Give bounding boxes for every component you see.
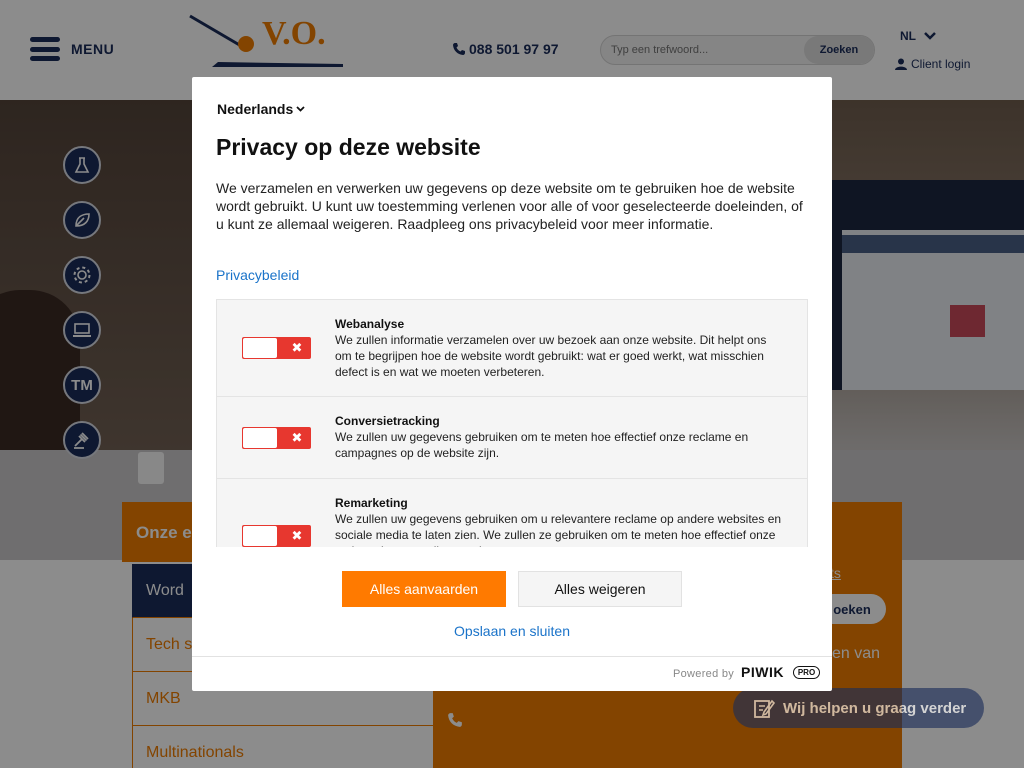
close-icon: ✖ xyxy=(291,528,303,544)
toggle-knob xyxy=(243,338,277,358)
consent-category: ✖ Remarketing We zullen uw gegevens gebr… xyxy=(216,478,808,547)
consent-language-selector[interactable]: Nederlands xyxy=(217,101,305,117)
consent-description: We verzamelen en verwerken uw gegevens o… xyxy=(216,180,803,232)
toggle-knob xyxy=(243,428,277,448)
consent-title: Privacy op deze website xyxy=(216,134,481,160)
consent-category-name: Conversietracking xyxy=(335,414,440,428)
consent-category-name: Webanalyse xyxy=(335,317,405,331)
consent-category-description: We zullen uw gegevens gebruiken om u rel… xyxy=(335,512,782,547)
consent-category-description: We zullen informatie verzamelen over uw … xyxy=(335,333,767,379)
consent-category: ✖ Conversietracking We zullen uw gegeven… xyxy=(216,396,808,479)
close-icon: ✖ xyxy=(291,430,303,446)
edit-note-icon xyxy=(754,699,775,718)
piwik-pro-badge: PRO xyxy=(793,666,820,679)
consent-footer: Powered by PIWIK PRO xyxy=(192,656,832,691)
consent-toggle[interactable]: ✖ xyxy=(242,525,311,547)
toggle-knob xyxy=(243,526,277,546)
accept-all-button[interactable]: Alles aanvaarden xyxy=(342,571,506,607)
close-icon: ✖ xyxy=(291,340,303,356)
consent-language-label: Nederlands xyxy=(217,101,294,117)
consent-category-name: Remarketing xyxy=(335,496,408,510)
privacy-policy-link[interactable]: Privacybeleid xyxy=(216,267,299,283)
consent-category-description: We zullen uw gegevens gebruiken om te me… xyxy=(335,430,749,460)
consent-toggle[interactable]: ✖ xyxy=(242,427,311,449)
save-and-close-link: Opslaan en sluiten xyxy=(192,623,832,639)
consent-toggle[interactable]: ✖ xyxy=(242,337,311,359)
save-and-close-label[interactable]: Opslaan en sluiten xyxy=(454,623,570,639)
chevron-down-icon xyxy=(296,106,305,112)
help-button-label: Wij helpen u graag verder xyxy=(783,699,967,717)
consent-category: ✖ Webanalyse We zullen informatie verzam… xyxy=(216,299,808,397)
help-button[interactable]: Wij helpen u graag verder xyxy=(733,688,984,728)
consent-modal: Nederlands Privacy op deze website We ve… xyxy=(192,77,832,691)
reject-all-button[interactable]: Alles weigeren xyxy=(518,571,682,607)
powered-by-label: Powered by xyxy=(673,668,735,680)
piwik-pro-logo: PIWIK xyxy=(741,664,784,680)
consent-categories[interactable]: ✖ Webanalyse We zullen informatie verzam… xyxy=(216,299,808,547)
